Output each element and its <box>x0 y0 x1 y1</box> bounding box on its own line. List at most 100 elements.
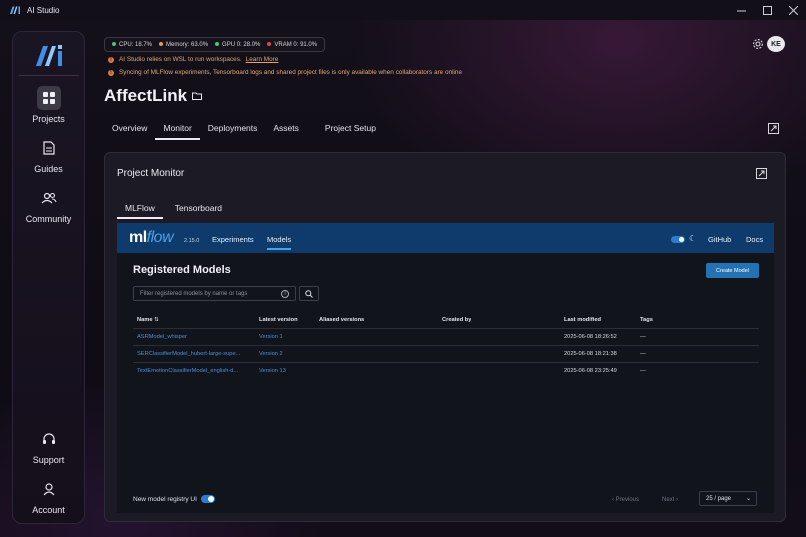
new-registry-ui-toggle[interactable] <box>200 495 215 503</box>
expand-icon[interactable] <box>756 168 767 179</box>
sort-icon: ⇅ <box>154 317 159 323</box>
cpu-status: CPU: 18.7% <box>112 42 152 48</box>
column-tags: Tags <box>640 317 653 323</box>
sidebar-item-label: Community <box>25 214 72 224</box>
chevron-down-icon: ⌄ <box>745 496 751 502</box>
sidebar-item-label: Support <box>32 455 65 465</box>
page-title: AffectLink <box>104 86 203 106</box>
tags-cell: — <box>640 334 646 340</box>
version-link[interactable]: Version 2 <box>259 351 283 357</box>
status-dot-icon <box>159 41 164 46</box>
project-tabs: Overview Monitor Deployments Assets Proj… <box>104 122 384 140</box>
column-name[interactable]: Name ⇅ <box>137 317 159 323</box>
status-dot-icon <box>112 41 116 46</box>
learn-more-link[interactable]: Learn More <box>246 56 279 63</box>
headset-icon <box>37 427 61 451</box>
column-created-by: Created by <box>442 317 472 323</box>
sidebar-item-projects[interactable]: Projects <box>13 86 84 124</box>
sidebar-item-label: Account <box>32 505 65 515</box>
window-title: AI Studio <box>27 5 60 15</box>
maximize-icon <box>762 5 772 15</box>
search-icon <box>305 289 313 298</box>
sync-notice: ! Syncing of MLFlow experiments, Tensorb… <box>108 69 462 76</box>
last-modified-cell: 2025-06-08 23:25:49 <box>564 368 617 374</box>
maximize-button[interactable] <box>754 0 780 20</box>
nav-models[interactable]: Models <box>267 235 292 250</box>
model-name-link[interactable]: TextEmotionClassifierModel_english-d... <box>137 368 253 374</box>
grid-icon <box>36 86 61 110</box>
panel-title: Project Monitor <box>117 168 185 179</box>
create-model-button[interactable]: Create Model <box>706 263 759 278</box>
version-link[interactable]: Version 13 <box>259 368 286 374</box>
github-link[interactable]: GitHub <box>708 235 731 244</box>
status-dot-icon <box>267 41 272 46</box>
search-button[interactable] <box>299 286 319 301</box>
tab-overview[interactable]: Overview <box>104 122 155 140</box>
table-row: TextEmotionClassifierModel_english-d... … <box>133 363 759 380</box>
table-row: SERClassifierModel_hubert-large-supe... … <box>133 346 759 363</box>
nav-experiments[interactable]: Experiments <box>212 235 254 244</box>
column-aliased-versions: Aliased versions <box>319 317 365 323</box>
tab-mlflow[interactable]: MLFlow <box>117 203 163 219</box>
mlflow-logo[interactable]: mlflow <box>129 229 174 247</box>
gear-icon[interactable] <box>752 38 764 50</box>
model-search-input[interactable]: Filter registered models by name or tags… <box>133 286 296 301</box>
close-icon <box>788 5 798 15</box>
column-last-modified: Last modified <box>564 317 601 323</box>
people-icon <box>37 186 61 210</box>
folder-icon[interactable] <box>192 92 203 100</box>
mlflow-header: mlflow 2.15.0 Experiments Models ☾ GitHu… <box>117 223 774 253</box>
table-header: Name ⇅ Latest version Aliased versions C… <box>133 312 759 329</box>
model-name-link[interactable]: ASRModel_whisper <box>137 334 253 340</box>
project-monitor-panel: Project Monitor MLFlow Tensorboard mlflo… <box>104 152 786 522</box>
version-link[interactable]: Version 1 <box>259 334 283 340</box>
app-logo-icon <box>10 6 20 14</box>
tags-cell: — <box>640 351 646 357</box>
sidebar-divider <box>19 75 79 76</box>
tab-monitor[interactable]: Monitor <box>155 122 201 140</box>
close-button[interactable] <box>780 0 806 20</box>
minimize-button[interactable] <box>728 0 754 20</box>
theme-toggle[interactable] <box>671 236 685 243</box>
sidebar: Projects Guides Community Support Accoun… <box>12 31 85 524</box>
memory-status: Memory: 63.0% <box>159 42 208 48</box>
docs-link[interactable]: Docs <box>746 235 763 244</box>
tags-cell: — <box>640 368 646 374</box>
last-modified-cell: 2025-06-08 18:21:38 <box>564 351 617 357</box>
wsl-notice: ! AI Studio relies on WSL to run workspa… <box>108 56 278 63</box>
sidebar-item-label: Projects <box>32 114 65 124</box>
warning-icon: ! <box>108 69 114 76</box>
sidebar-item-label: Guides <box>34 164 63 174</box>
previous-page-button[interactable]: ‹ Previous <box>612 497 639 503</box>
new-registry-ui-toggle-row: New model registry UI <box>133 495 215 503</box>
models-table: Name ⇅ Latest version Aliased versions C… <box>133 312 759 380</box>
tab-project-setup[interactable]: Project Setup <box>317 122 384 140</box>
tab-deployments[interactable]: Deployments <box>200 122 266 140</box>
vram-status: VRAM 0: 91.0% <box>267 42 317 48</box>
column-latest-version: Latest version <box>259 317 298 323</box>
sidebar-item-support[interactable]: Support <box>13 427 84 465</box>
ai-studio-logo-icon <box>36 45 62 66</box>
avatar[interactable]: KE <box>767 36 785 52</box>
sidebar-item-account[interactable]: Account <box>13 477 84 515</box>
document-icon <box>37 136 61 160</box>
model-name-link[interactable]: SERClassifierModel_hubert-large-supe... <box>137 351 253 357</box>
last-modified-cell: 2025-06-08 18:26:52 <box>564 334 617 340</box>
sidebar-item-guides[interactable]: Guides <box>13 136 84 174</box>
mlflow-frame: mlflow 2.15.0 Experiments Models ☾ GitHu… <box>117 223 774 513</box>
title-bar: AI Studio <box>0 0 806 20</box>
tab-tensorboard[interactable]: Tensorboard <box>167 203 230 219</box>
next-page-button[interactable]: Next › <box>662 497 678 503</box>
mlflow-version: 2.15.0 <box>184 238 200 244</box>
gpu-status: GPU 0: 28.0% <box>215 42 260 48</box>
tab-assets[interactable]: Assets <box>265 122 307 140</box>
user-icon <box>37 477 61 501</box>
monitor-subtabs: MLFlow Tensorboard <box>117 203 230 219</box>
sidebar-item-community[interactable]: Community <box>13 186 84 224</box>
expand-icon[interactable] <box>768 123 779 134</box>
page-size-select[interactable]: 25 / page ⌄ <box>699 491 757 506</box>
table-row: ASRModel_whisper Version 1 2025-06-08 18… <box>133 329 759 346</box>
info-icon[interactable]: i <box>281 290 289 298</box>
status-dot-icon <box>215 41 220 46</box>
registered-models-title: Registered Models <box>133 264 231 276</box>
